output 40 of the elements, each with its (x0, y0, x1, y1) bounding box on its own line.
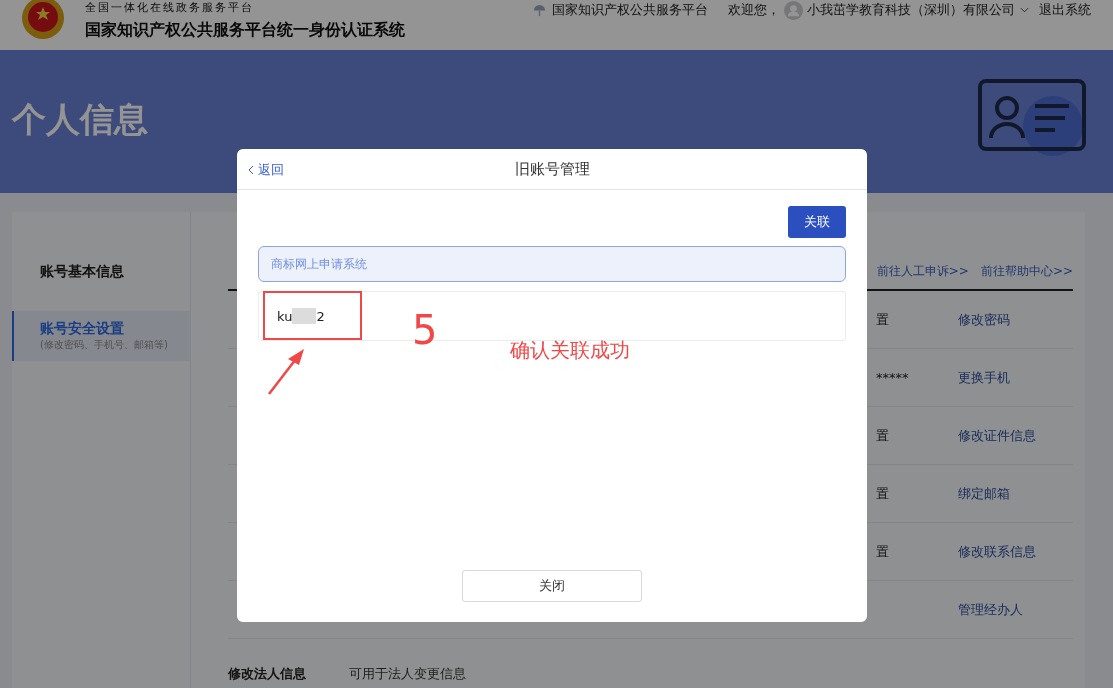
action-link[interactable]: 修改证件信息 (958, 426, 1036, 445)
setting-value: 置 (876, 311, 889, 327)
sidebar-label: 账号安全设置 (40, 320, 125, 338)
chevron-left-icon (248, 165, 254, 175)
redacted-block (292, 308, 317, 324)
dialog-title: 旧账号管理 (514, 159, 590, 179)
action-link[interactable]: 修改密码 (958, 310, 1010, 329)
link-button[interactable]: 关联 (788, 206, 846, 238)
row-label: 修改法人信息 (228, 665, 307, 683)
sidebar-label: 账号基本信息 (40, 263, 125, 281)
chevron-down-icon (1020, 7, 1029, 13)
emblem-icon (20, 0, 66, 41)
account-name-start: ku (277, 308, 293, 324)
step-number: 5 (412, 306, 438, 354)
action-link[interactable]: 更换手机 (958, 368, 1010, 387)
page-title: 个人信息 (12, 97, 148, 141)
annotation-note: 确认关联成功 (510, 337, 630, 364)
action-link[interactable]: 绑定邮箱 (958, 484, 1010, 503)
portal-link[interactable]: 国家知识产权公共服务平台 (552, 1, 708, 19)
setting-value: 置 (876, 543, 889, 559)
system-title: 国家知识产权公共服务平台统一身份认证系统 (85, 19, 405, 41)
row-description: 可用于法人变更信息 (349, 665, 466, 683)
back-link[interactable]: 返回 (248, 161, 284, 179)
system-name: 商标网上申请系统 (271, 255, 367, 273)
close-button[interactable]: 关闭 (462, 570, 642, 602)
umbrella-icon (533, 3, 546, 17)
setting-value: ***** (876, 370, 909, 385)
account-name-end: 2 (316, 308, 325, 324)
setting-value: 置 (876, 427, 889, 443)
platform-subtitle: 全国一体化在线政务服务平台 (85, 1, 255, 14)
user-menu[interactable]: 小我茁学教育科技（深圳）有限公司 (807, 1, 1015, 19)
annotation-arrow (266, 347, 306, 397)
action-link[interactable]: 管理经办人 (958, 600, 1023, 619)
setting-value: 置 (876, 485, 889, 501)
action-link[interactable]: 修改联系信息 (958, 542, 1036, 561)
sidebar-item[interactable]: 账号基本信息 (12, 254, 190, 290)
welcome-text: 欢迎您， (728, 1, 780, 19)
help-link[interactable]: 前往人工申诉>> (876, 263, 969, 280)
logout-link[interactable]: 退出系统 (1039, 1, 1091, 19)
help-link[interactable]: 前往帮助中心>> (980, 263, 1073, 280)
